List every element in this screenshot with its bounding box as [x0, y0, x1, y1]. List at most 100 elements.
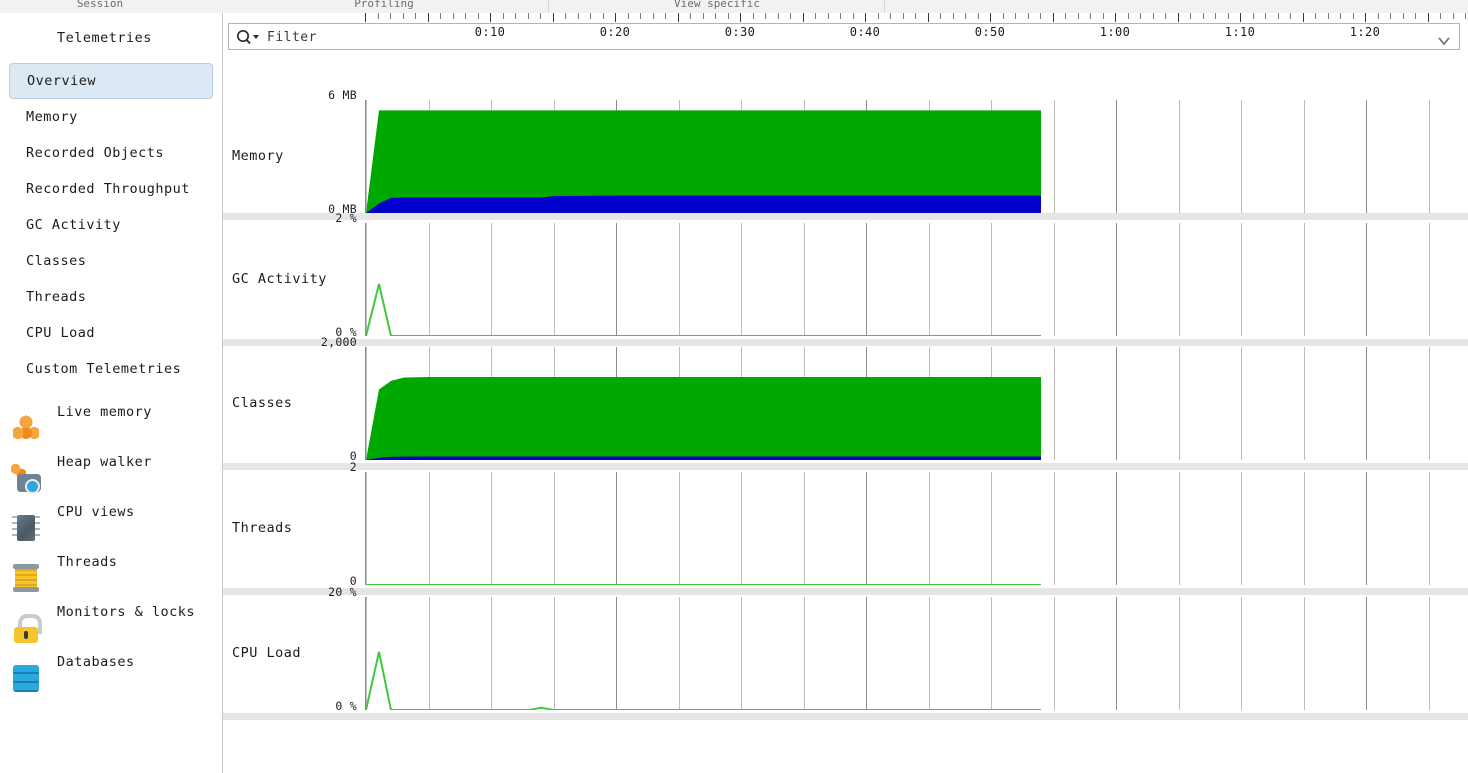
- chart-classes[interactable]: Classes 2,000 0: [223, 335, 1468, 470]
- ruler-tick: [653, 13, 654, 19]
- sidebar-group-live-memory[interactable]: Live memory: [0, 387, 222, 437]
- ruler-tick: [878, 13, 879, 19]
- plot-svg: [366, 597, 1430, 710]
- ruler-tick: [1003, 13, 1004, 19]
- sidebar-group-label: Live memory: [57, 404, 152, 420]
- toolbar-section-profiling: Profiling: [354, 0, 414, 10]
- plot-area[interactable]: [365, 597, 1468, 710]
- ruler-tick: [378, 13, 379, 19]
- ruler-tick: [1440, 13, 1441, 19]
- ruler-tick: [853, 13, 854, 19]
- sidebar-group-telemetries[interactable]: Telemetries: [0, 13, 222, 63]
- ruler-tick: [453, 13, 454, 19]
- chart-title: Classes: [232, 394, 293, 411]
- chart-threads[interactable]: Threads 2 0: [223, 460, 1468, 595]
- ruler-tick: [828, 13, 829, 19]
- ruler-tick: [1228, 13, 1229, 19]
- y-axis-max-label: 6 MB: [328, 88, 357, 102]
- ruler-tick: [765, 13, 766, 19]
- sidebar-item-label: GC Activity: [26, 217, 121, 233]
- ruler-tick: [1115, 13, 1116, 22]
- series-line: [366, 651, 1041, 710]
- ruler-tick: [428, 13, 429, 22]
- search-icon[interactable]: [236, 29, 262, 45]
- sidebar-item-memory[interactable]: Memory: [9, 99, 213, 135]
- sidebar-item-cpu-load[interactable]: CPU Load: [9, 315, 213, 351]
- sidebar-item-threads[interactable]: Threads: [9, 279, 213, 315]
- chart-cpu-load[interactable]: CPU Load 20 % 0 %: [223, 585, 1468, 720]
- ruler-tick: [1390, 13, 1391, 19]
- ruler-tick: [1015, 13, 1016, 19]
- sidebar-item-gc-activity[interactable]: GC Activity: [9, 207, 213, 243]
- sidebar-item-recorded-throughput[interactable]: Recorded Throughput: [9, 171, 213, 207]
- ruler-tick: [1203, 13, 1204, 19]
- ruler-tick: [478, 13, 479, 19]
- ruler-tick: [1090, 13, 1091, 19]
- ruler-tick: [1065, 13, 1066, 19]
- sidebar-item-recorded-objects[interactable]: Recorded Objects: [9, 135, 213, 171]
- sidebar-item-custom-telemetries[interactable]: Custom Telemetries: [9, 351, 213, 387]
- ruler-tick: [865, 13, 866, 22]
- plot-area[interactable]: [365, 347, 1468, 460]
- ruler-tick: [1365, 13, 1366, 22]
- plot-area[interactable]: [365, 100, 1468, 213]
- chart-separator: [223, 588, 1468, 595]
- ruler-tick: [578, 13, 579, 19]
- y-axis-max-label: 2: [349, 460, 357, 474]
- ruler-tick: [903, 13, 904, 19]
- ruler-tick: [1028, 13, 1029, 19]
- ruler-tick: [1465, 13, 1466, 19]
- sidebar-group-threads[interactable]: Threads: [0, 537, 222, 587]
- y-axis-max-label: 2,000: [320, 335, 357, 349]
- ruler-tick: [403, 13, 404, 19]
- ruler-label: 0:20: [599, 25, 631, 39]
- ruler-tick: [615, 13, 616, 22]
- sidebar-group-databases[interactable]: Databases: [0, 637, 222, 687]
- sidebar-group-label: Databases: [57, 654, 135, 670]
- ruler-tick: [928, 13, 929, 22]
- ruler-tick: [1278, 13, 1279, 19]
- sidebar-item-label: Recorded Objects: [26, 145, 165, 161]
- plot-area[interactable]: [365, 223, 1468, 336]
- ruler-tick: [965, 13, 966, 19]
- ruler-tick: [703, 13, 704, 19]
- sidebar-group-heap-walker[interactable]: Heap walker: [0, 437, 222, 494]
- ruler-tick: [740, 13, 741, 22]
- chart-separator: [223, 713, 1468, 720]
- chart-gc-activity[interactable]: GC Activity 2 % 0 %: [223, 211, 1468, 346]
- plot-svg: [366, 347, 1430, 460]
- ruler-tick: [490, 13, 491, 22]
- sidebar-item-classes[interactable]: Classes: [9, 243, 213, 279]
- ruler-tick: [1403, 13, 1404, 19]
- sidebar-group-label: Monitors & locks: [57, 604, 196, 620]
- chart-separator: [223, 213, 1468, 220]
- ruler-tick: [1128, 13, 1129, 19]
- chart-title: Threads: [232, 519, 293, 536]
- ruler-tick: [953, 13, 954, 19]
- ruler-tick: [1178, 13, 1179, 22]
- plot-svg: [366, 100, 1430, 213]
- ruler-tick: [603, 13, 604, 19]
- ruler-label: 0:30: [724, 25, 756, 39]
- ruler-tick: [915, 13, 916, 19]
- y-axis-min-label: 0 %: [335, 699, 357, 713]
- ruler-label: 0:40: [849, 25, 881, 39]
- sidebar-group-cpu-views[interactable]: CPU views: [0, 487, 222, 537]
- ruler-tick: [628, 13, 629, 19]
- plot-area[interactable]: [365, 472, 1468, 585]
- ruler-tick: [890, 13, 891, 19]
- ruler-tick: [1378, 13, 1379, 19]
- ruler-tick: [565, 13, 566, 19]
- sidebar-item-overview[interactable]: Overview: [9, 63, 213, 99]
- telemetry-charts: Memory 6 MB 0 MB GC Activity 2 % 0 % Classes 2,…: [223, 55, 1468, 735]
- ruler-tick: [1215, 13, 1216, 19]
- ruler-tick: [440, 13, 441, 19]
- sidebar-group-monitors-locks[interactable]: Monitors & locks: [0, 587, 222, 639]
- ruler-tick: [1415, 13, 1416, 19]
- chart-separator: [223, 463, 1468, 470]
- chart-memory[interactable]: Memory 6 MB 0 MB: [223, 55, 1468, 220]
- sidebar-item-label: Overview: [27, 73, 97, 89]
- ruler-label: 1:10: [1224, 25, 1256, 39]
- sidebar-group-label: Telemetries: [57, 30, 152, 46]
- ruler-label: 1:00: [1099, 25, 1131, 39]
